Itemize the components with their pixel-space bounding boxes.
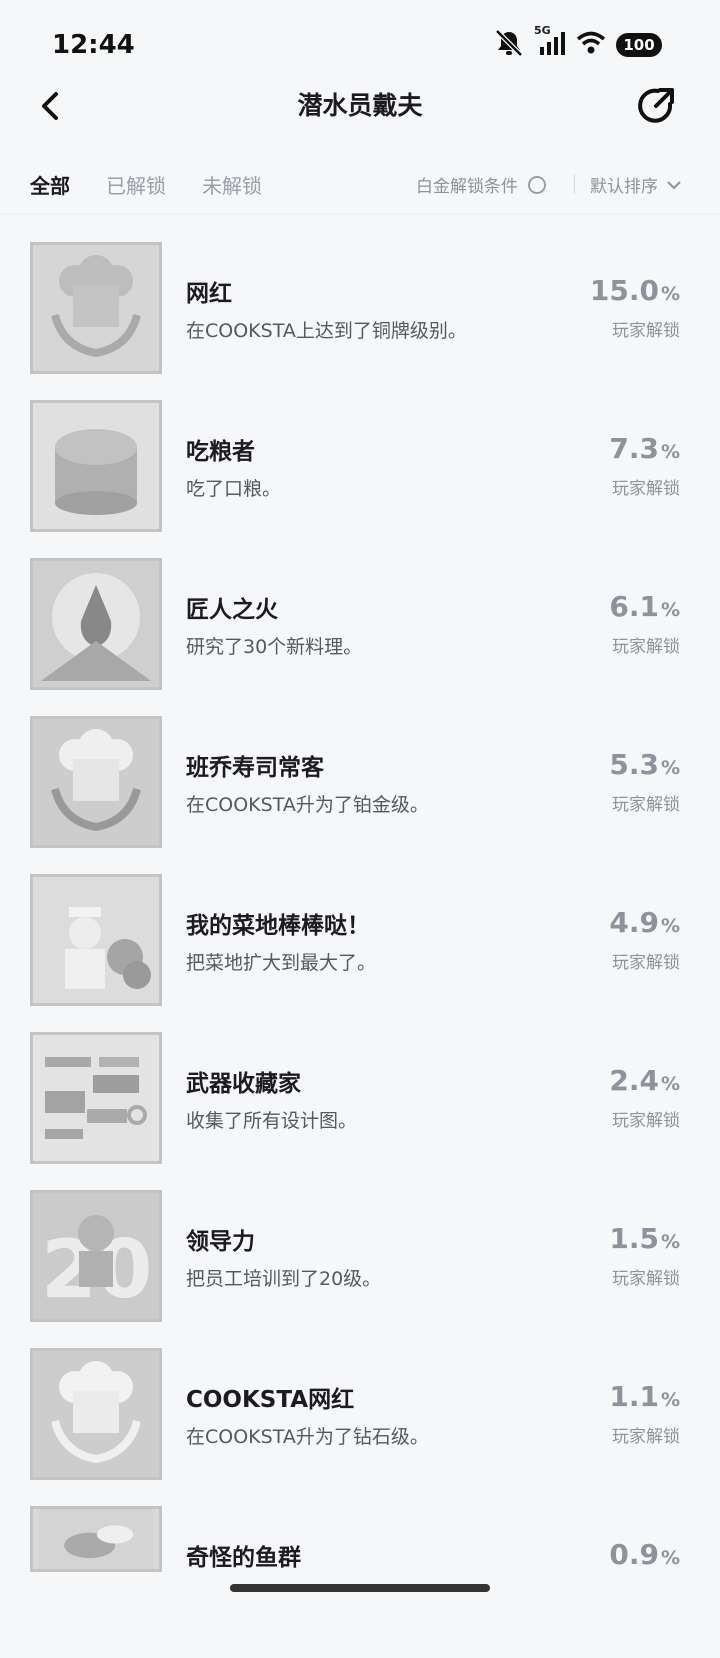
- divider: [574, 174, 575, 194]
- achievement-item[interactable]: 网红 在COOKSTA上达到了铜牌级别。 15.0% 玩家解锁: [0, 236, 720, 394]
- unlock-percent: 15.0%: [590, 274, 680, 307]
- unlock-percent: 4.9%: [609, 906, 680, 939]
- status-icons: 5G 100: [494, 24, 662, 61]
- achievement-name: 领导力: [186, 1229, 255, 1255]
- wifi-icon: [576, 31, 606, 59]
- achievement-desc: 在COOKSTA上达到了铜牌级别。: [186, 320, 467, 342]
- percent-value: 7.3: [609, 432, 659, 465]
- battery-level: 100: [623, 36, 655, 54]
- achievement-item[interactable]: 奇怪的鱼群 0.9%: [0, 1500, 720, 1658]
- chef-hat-wreath-icon: [30, 242, 162, 374]
- achievement-item[interactable]: 我的菜地棒棒哒！ 把菜地扩大到最大了。 4.9% 玩家解锁: [0, 868, 720, 1026]
- achievement-name: 武器收藏家: [186, 1071, 301, 1097]
- unlock-label: 玩家解锁: [612, 1269, 680, 1289]
- filter-bar: 全部 已解锁 未解锁 白金解锁条件 默认排序: [0, 160, 720, 214]
- unlock-percent: 5.3%: [609, 748, 680, 781]
- percent-sign: %: [660, 1231, 680, 1253]
- tab-all[interactable]: 全部: [30, 170, 70, 199]
- achievement-item[interactable]: COOKSTA网红 在COOKSTA升为了钻石级。 1.1% 玩家解锁: [0, 1342, 720, 1500]
- signal-icon: 5G: [534, 24, 566, 60]
- unlock-percent: 7.3%: [609, 432, 680, 465]
- achievement-name: 班乔寿司常客: [186, 755, 324, 781]
- percent-value: 15.0: [589, 274, 659, 307]
- unlock-percent: 0.9%: [609, 1538, 680, 1571]
- percent-value: 1.1: [609, 1380, 659, 1413]
- share-button[interactable]: [632, 82, 680, 130]
- nav-bar: 潜水员戴夫: [0, 78, 720, 134]
- weapons-icon: [30, 1032, 162, 1164]
- achievement-desc: 吃了口粮。: [186, 478, 282, 500]
- achievement-desc: 收集了所有设计图。: [186, 1110, 358, 1132]
- radio-icon: [528, 175, 546, 194]
- achievement-item[interactable]: 武器收藏家 收集了所有设计图。 2.4% 玩家解锁: [0, 1026, 720, 1184]
- platinum-condition-label: 白金解锁条件: [416, 177, 518, 197]
- unlock-label: 玩家解锁: [612, 795, 680, 815]
- achievement-name: 吃粮者: [186, 439, 255, 465]
- mute-bell-icon: [494, 29, 524, 61]
- achievement-item[interactable]: 班乔寿司常客 在COOKSTA升为了铂金级。 5.3% 玩家解锁: [0, 710, 720, 868]
- percent-sign: %: [660, 757, 680, 779]
- unlock-percent: 1.1%: [609, 1380, 680, 1413]
- status-time: 12:44: [52, 30, 135, 60]
- home-indicator[interactable]: [230, 1584, 490, 1592]
- status-bar: 12:44 5G 100: [0, 0, 720, 90]
- share-icon: [638, 88, 674, 123]
- unlock-percent: 6.1%: [609, 590, 680, 623]
- unlock-label: 玩家解锁: [612, 321, 680, 341]
- flame-icon: [30, 558, 162, 690]
- achievement-name: 匠人之火: [186, 597, 278, 623]
- network-type: 5G: [534, 24, 551, 37]
- fish-school-icon: [30, 1506, 162, 1572]
- achievement-item[interactable]: 匠人之火 研究了30个新料理。 6.1% 玩家解锁: [0, 552, 720, 710]
- achievement-item[interactable]: 20 领导力 把员工培训到了20级。 1.5% 玩家解锁: [0, 1184, 720, 1342]
- percent-sign: %: [660, 915, 680, 937]
- percent-value: 1.5: [609, 1222, 659, 1255]
- achievement-name: COOKSTA网红: [186, 1387, 355, 1413]
- percent-value: 6.1: [609, 590, 659, 623]
- achievement-desc: 把菜地扩大到最大了。: [186, 952, 377, 974]
- chef-hat-wreath-icon: [30, 1348, 162, 1480]
- sort-label: 默认排序: [590, 177, 658, 197]
- percent-sign: %: [660, 1389, 680, 1411]
- tab-unlocked[interactable]: 已解锁: [106, 170, 166, 199]
- unlock-percent: 2.4%: [609, 1064, 680, 1097]
- chef-hat-wreath-icon: [30, 716, 162, 848]
- unlock-percent: 1.5%: [609, 1222, 680, 1255]
- percent-sign: %: [660, 1547, 680, 1569]
- achievement-list: 网红 在COOKSTA上达到了铜牌级别。 15.0% 玩家解锁 吃粮者 吃了口粮…: [0, 236, 720, 1658]
- achievement-desc: 在COOKSTA升为了钻石级。: [186, 1426, 429, 1448]
- percent-value: 0.9: [609, 1538, 659, 1571]
- percent-value: 2.4: [609, 1064, 659, 1097]
- sort-dropdown[interactable]: 默认排序: [590, 172, 682, 197]
- farmer-icon: [30, 874, 162, 1006]
- achievement-desc: 研究了30个新料理。: [186, 636, 363, 658]
- platinum-condition-toggle[interactable]: 白金解锁条件: [416, 172, 546, 197]
- tab-locked[interactable]: 未解锁: [202, 170, 262, 199]
- percent-value: 4.9: [609, 906, 659, 939]
- unlock-label: 玩家解锁: [612, 1111, 680, 1131]
- achievement-desc: 把员工培训到了20级。: [186, 1268, 382, 1290]
- percent-value: 5.3: [609, 748, 659, 781]
- chevron-down-icon: [667, 180, 681, 189]
- achievement-name: 奇怪的鱼群: [186, 1545, 301, 1571]
- achievement-desc: 在COOKSTA升为了铂金级。: [186, 794, 429, 816]
- achievement-item[interactable]: 吃粮者 吃了口粮。 7.3% 玩家解锁: [0, 394, 720, 552]
- level-20-icon: 20: [30, 1190, 162, 1322]
- page-title: 潜水员戴夫: [297, 91, 423, 120]
- ration-can-icon: [30, 400, 162, 532]
- unlock-label: 玩家解锁: [612, 637, 680, 657]
- achievement-name: 网红: [186, 281, 232, 307]
- percent-sign: %: [660, 283, 680, 305]
- percent-sign: %: [660, 599, 680, 621]
- unlock-label: 玩家解锁: [612, 479, 680, 499]
- achievement-name: 我的菜地棒棒哒！: [186, 913, 370, 939]
- unlock-label: 玩家解锁: [612, 1427, 680, 1447]
- percent-sign: %: [660, 1073, 680, 1095]
- percent-sign: %: [660, 441, 680, 463]
- unlock-label: 玩家解锁: [612, 953, 680, 973]
- battery-icon: 100: [616, 33, 662, 57]
